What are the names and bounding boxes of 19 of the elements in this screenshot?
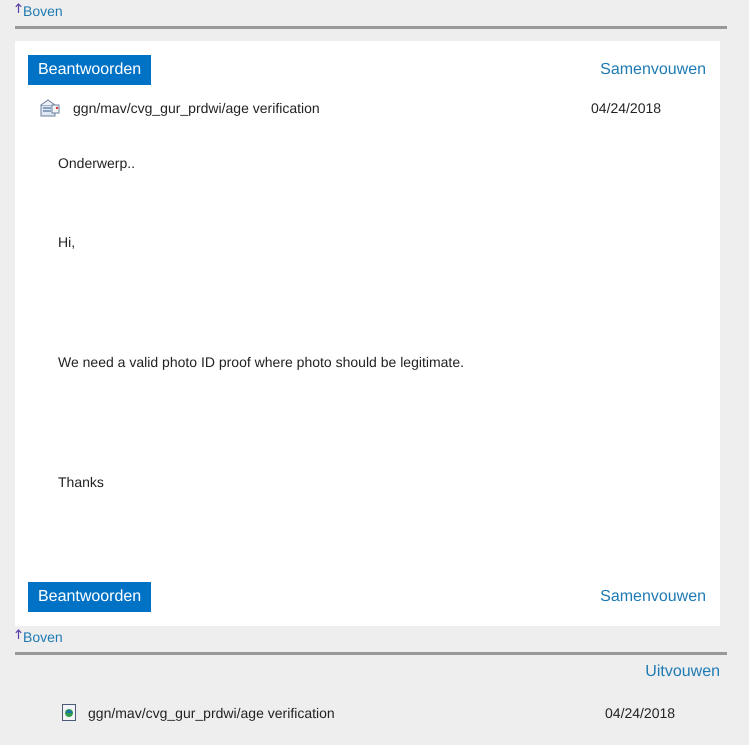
arrow-up-icon	[15, 3, 22, 13]
message-date: 04/24/2018	[591, 100, 662, 116]
collapse-link[interactable]: Samenvouwen	[600, 61, 706, 79]
back-to-top-link[interactable]: Boven	[23, 2, 63, 20]
message-subject: ggn/mav/cvg_gur_prdwi/age verification	[73, 100, 321, 116]
collapse-link[interactable]: Samenvouwen	[600, 588, 706, 606]
message-subject: ggn/mav/cvg_gur_prdwi/age verification	[88, 704, 336, 720]
message-paragraph: Thanks	[58, 473, 105, 492]
message-paragraph: Onderwerp..	[58, 154, 136, 173]
back-to-top-link[interactable]: Boven	[23, 628, 63, 646]
message-date: 04/24/2018	[605, 704, 676, 720]
document-icon	[62, 704, 76, 721]
message-paragraph: Hi,	[58, 233, 76, 252]
arrow-up-icon	[15, 629, 22, 639]
expand-link[interactable]: Uitvouwen	[645, 663, 720, 681]
reply-button[interactable]: Beantwoorden	[28, 55, 152, 85]
message-paragraph: We need a valid photo ID proof where photo should be legitimate.	[58, 353, 465, 372]
reply-button[interactable]: Beantwoorden	[28, 582, 152, 612]
envelope-icon	[40, 99, 60, 117]
